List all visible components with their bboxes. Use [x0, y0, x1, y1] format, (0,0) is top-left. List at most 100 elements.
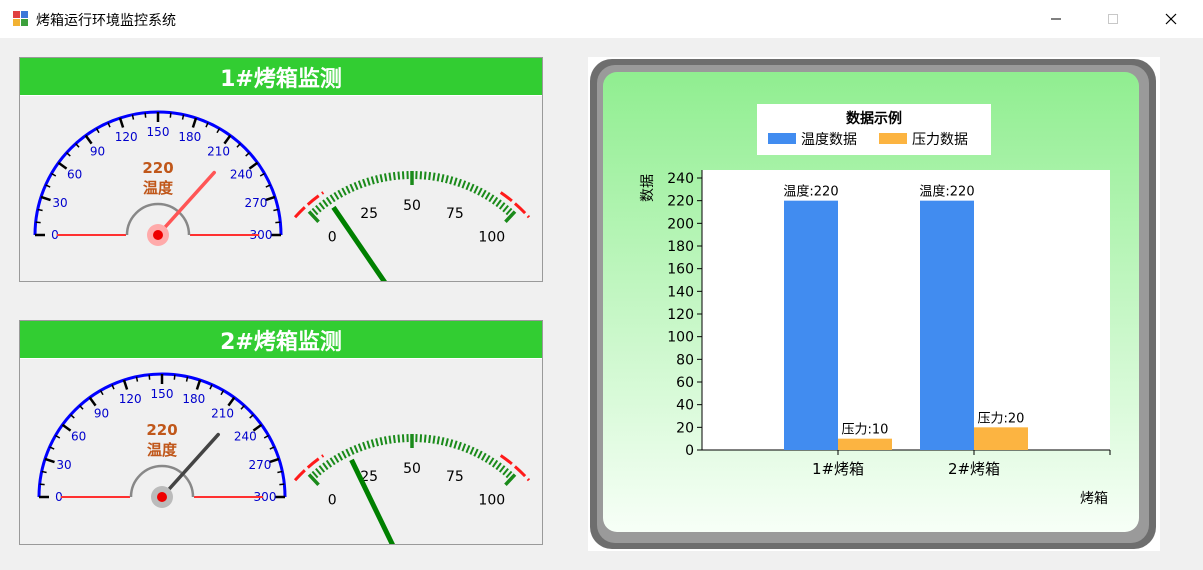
temperature-gauge: 0306090120 150 180210240270300220温度 — [33, 110, 283, 246]
pressure-tick — [440, 174, 445, 183]
app-icon — [13, 11, 28, 26]
pressure-tick — [432, 435, 436, 444]
gauge-tick-label: 240 — [234, 429, 257, 443]
pressure-tick — [322, 462, 329, 471]
pressure-tick — [453, 440, 458, 449]
chart-container: 数据示例 温度数据 压力数据 0 20 40 60 80 100 120 140 160 180 2… — [588, 57, 1160, 551]
pressure-tick-label: 0 — [328, 229, 337, 245]
gauge-tick — [195, 379, 202, 390]
legend-swatch-temperature — [768, 133, 796, 144]
gauge-tick-label: 90 — [90, 145, 105, 159]
gauge-tick — [35, 221, 41, 224]
data-label: 压力:10 — [842, 423, 889, 438]
pressure-tick — [322, 199, 329, 208]
gauge-tick — [279, 483, 285, 486]
pressure-tick — [428, 434, 432, 444]
pressure-tick — [397, 434, 401, 443]
y-tick-label: 200 — [667, 216, 694, 232]
pressure-tick — [495, 199, 502, 208]
gauge-tick — [249, 414, 254, 419]
pressure-tick — [383, 173, 388, 182]
pressure-tick — [388, 172, 392, 181]
gauge-tick-label: 60 — [67, 167, 82, 181]
gauge-tick-label: 90 — [94, 407, 109, 421]
gauge-tick — [277, 470, 283, 474]
gauge-tick-label: 30 — [52, 196, 67, 210]
y-tick-label: 100 — [667, 330, 694, 346]
pressure-tick — [349, 183, 355, 192]
pressure-tick — [453, 177, 458, 186]
gauge-tick-label: 120 — [115, 130, 138, 144]
pressure-tick — [484, 191, 491, 200]
pressure-tick — [440, 437, 445, 446]
pressure-tick — [379, 437, 384, 446]
gauge-tick-label: 150 — [151, 387, 174, 401]
pressure-tick — [432, 172, 436, 181]
plot-area — [702, 170, 1110, 450]
pressure-tick-label: 25 — [360, 206, 378, 222]
pressure-tick — [457, 178, 462, 188]
pressure-tick-label: 75 — [446, 469, 464, 485]
y-axis-label: 数据 — [640, 174, 656, 202]
pressure-tick — [498, 202, 506, 210]
pressure-tick-label: 100 — [478, 492, 505, 508]
pressure-tick — [449, 176, 454, 185]
pressure-tick — [341, 187, 347, 196]
pressure-tick — [397, 171, 401, 180]
gauge-tick — [227, 396, 236, 407]
pressure-tick — [388, 435, 392, 444]
pressure-tick — [457, 441, 462, 451]
y-tick-label: 220 — [667, 194, 694, 210]
pressure-tick — [345, 185, 351, 194]
close-button[interactable] — [1148, 0, 1194, 38]
pressure-tick-label: 50 — [403, 198, 421, 214]
gauge-tick — [39, 483, 45, 486]
legend-title: 数据示例 — [846, 110, 902, 127]
needle-hub — [153, 230, 163, 240]
pressure-tick — [436, 436, 441, 445]
pressure-tick — [502, 467, 509, 476]
pressure-tick — [315, 204, 322, 213]
bar — [838, 438, 892, 450]
gauge-tick — [185, 376, 189, 382]
needle-hub — [157, 492, 167, 502]
gauge-tick-label: 270 — [245, 196, 268, 210]
gauge-tick-label: 30 — [56, 458, 71, 472]
pressure-tick — [491, 459, 499, 468]
pressure-tick — [370, 439, 375, 448]
pressure-tick — [477, 187, 483, 196]
minimize-button[interactable] — [1033, 0, 1079, 38]
gauge-tick — [275, 221, 281, 224]
pressure-tick — [484, 454, 491, 463]
pressure-tick — [362, 441, 367, 451]
gauge-tick — [144, 112, 147, 118]
pressure-tick — [488, 194, 495, 203]
gauge-tick — [88, 396, 97, 407]
gauge-tick — [66, 152, 71, 157]
pressure-tick — [349, 446, 355, 455]
pressure-gauge: 0 25 50 75 100 — [293, 171, 531, 281]
gauge-tick — [245, 152, 250, 157]
temperature-value: 220 — [142, 159, 173, 177]
data-label: 温度:220 — [783, 184, 838, 200]
gauge-tick — [135, 376, 139, 382]
pressure-tick — [465, 444, 471, 454]
pressure-tick — [325, 459, 333, 468]
maximize-button[interactable] — [1090, 0, 1136, 38]
y-tick-label: 240 — [667, 171, 694, 187]
window-title: 烤箱运行环境监控系统 — [36, 13, 176, 29]
pressure-tick — [379, 174, 384, 183]
pressure-tick — [337, 452, 344, 461]
gauge-tick — [122, 379, 129, 390]
pressure-tick — [325, 196, 333, 205]
gauge-tick — [181, 114, 185, 120]
y-tick-label: 20 — [676, 420, 694, 436]
y-tick-label: 0 — [685, 443, 694, 459]
pressure-tick — [333, 191, 340, 200]
pressure-tick — [337, 189, 344, 198]
pressure-tick — [491, 196, 499, 205]
pressure-tick-label: 0 — [328, 492, 337, 508]
pressure-tick — [423, 434, 427, 443]
x-tick-label: 2#烤箱 — [948, 460, 1000, 478]
gauges-area: 0306090120 150 180210240270300220温度 025507… — [37, 372, 531, 544]
